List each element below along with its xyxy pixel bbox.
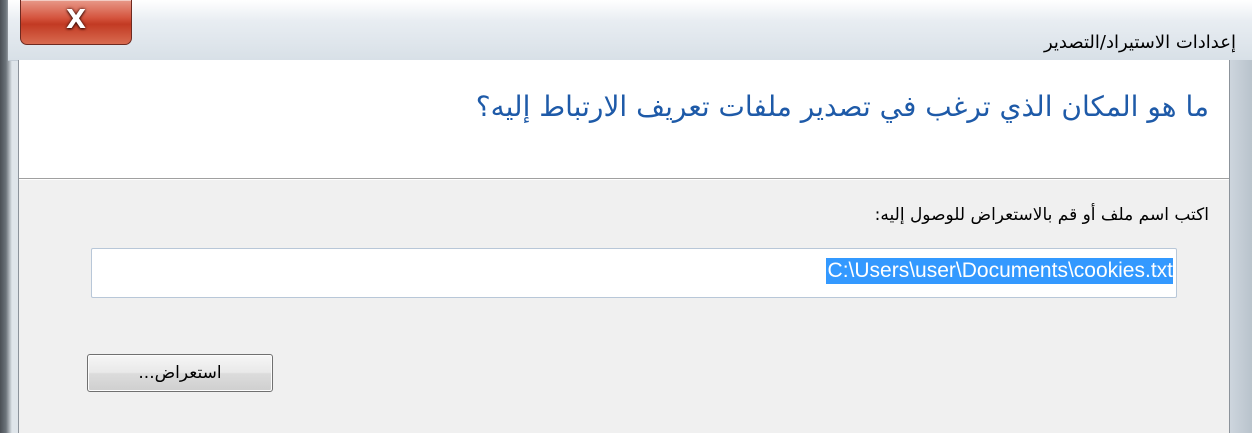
browse-button[interactable]: استعراض... (87, 354, 273, 392)
title-bar[interactable]: X إعدادات الاستيراد/التصدير (8, 0, 1252, 61)
window-border-right (1228, 60, 1252, 433)
dialog-body: ما هو المكان الذي ترغب في تصدير ملفات تع… (18, 60, 1230, 433)
window-title: إعدادات الاستيراد/التصدير (1043, 32, 1236, 53)
file-path-label: اكتب اسم ملف أو قم بالاستعراض للوصول إلي… (874, 205, 1209, 225)
close-icon: X (65, 5, 87, 35)
dialog-header: ما هو المكان الذي ترغب في تصدير ملفات تع… (19, 60, 1229, 179)
header-divider (19, 179, 1229, 180)
file-path-value[interactable]: C:\Users\user\Documents\cookies.txt (825, 258, 1173, 284)
file-path-input[interactable]: C:\Users\user\Documents\cookies.txt (91, 248, 1177, 298)
close-button[interactable]: X (20, 0, 132, 45)
page-title: ما هو المكان الذي ترغب في تصدير ملفات تع… (475, 90, 1209, 123)
